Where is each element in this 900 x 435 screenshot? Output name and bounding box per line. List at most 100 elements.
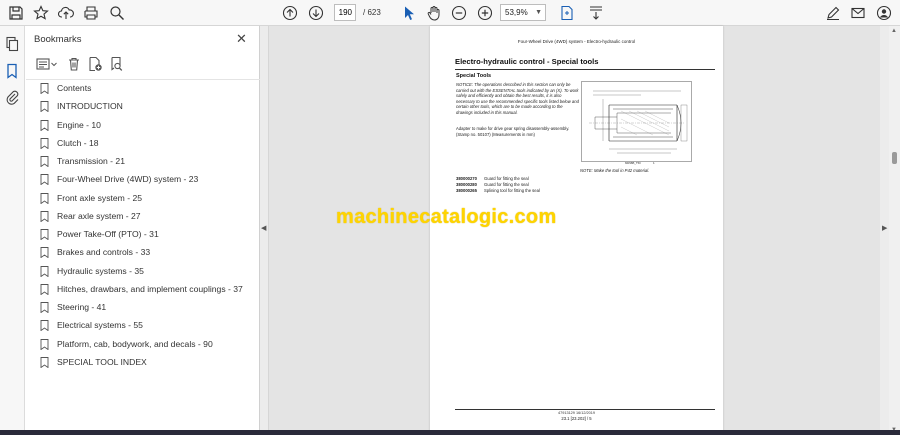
bookmark-label: Power Take-Off (PTO) - 31 (57, 229, 159, 239)
chevron-down-icon: ▼ (535, 9, 542, 16)
bookmark-item[interactable]: Power Take-Off (PTO) - 31 (40, 226, 159, 242)
search-icon[interactable] (107, 3, 127, 23)
bookmark-item[interactable]: Steering - 41 (40, 299, 106, 315)
bookmarks-panel: Bookmarks ✕ Contents INTRODUCTION Engine… (26, 26, 260, 435)
drawing-number: 1 (653, 161, 655, 165)
scrollbar-thumb[interactable] (892, 152, 897, 164)
bookmark-label: Hitches, drawbars, and implement couplin… (57, 284, 243, 294)
bookmarks-panel-title: Bookmarks (34, 34, 82, 45)
bookmark-options-icon[interactable] (36, 56, 58, 72)
zoom-in-icon[interactable] (475, 3, 495, 23)
select-cursor-icon[interactable] (399, 3, 419, 23)
tool-row: 380000265 Splining tool for fitting the s… (456, 188, 540, 194)
bookmark-icon (40, 265, 49, 277)
bookmark-label: Clutch - 18 (57, 138, 99, 148)
bookmark-item[interactable]: Contents (40, 80, 91, 96)
collapse-right-panel-handle[interactable]: ▶ (880, 26, 889, 435)
account-icon[interactable] (874, 3, 894, 23)
cloud-upload-icon[interactable] (56, 3, 76, 23)
page-section-title: Electro-hydraulic control - Special tool… (455, 57, 599, 66)
watermark-text: machinecatalogic.com (336, 206, 557, 228)
bookmark-item[interactable]: SPECIAL TOOL INDEX (40, 354, 147, 370)
material-note: NOTE: Make the tool in P42 material. (580, 168, 650, 173)
page-footer-doc-id: 47913129 16/12/2019 (558, 411, 595, 415)
hand-tool-icon[interactable] (424, 3, 444, 23)
bookmark-label: Platform, cab, bodywork, and decals - 90 (57, 339, 213, 349)
find-bookmark-icon[interactable] (108, 56, 124, 72)
bookmark-item[interactable]: Electrical systems - 55 (40, 317, 143, 333)
bookmark-icon (40, 137, 49, 149)
bookmark-item[interactable]: Engine - 10 (40, 117, 101, 133)
tool-list: 380000270 Guard for fitting the seal 3800… (456, 176, 540, 194)
tool-code: 380000265 (456, 188, 477, 193)
bookmark-icon (40, 210, 49, 222)
chevron-right-icon: ▶ (882, 225, 888, 232)
bookmark-item[interactable]: Platform, cab, bodywork, and decals - 90 (40, 336, 213, 352)
zoom-out-icon[interactable] (449, 3, 469, 23)
close-icon[interactable]: ✕ (236, 31, 247, 47)
bookmark-icon (40, 192, 49, 204)
bookmark-label: Transmission - 21 (57, 156, 125, 166)
bookmark-label: SPECIAL TOOL INDEX (57, 357, 147, 367)
page-fit-icon[interactable] (557, 3, 577, 23)
bookmark-icon (40, 228, 49, 240)
bookmark-item[interactable]: Hitches, drawbars, and implement couplin… (40, 281, 243, 297)
star-icon[interactable] (31, 3, 51, 23)
bookmark-label: Steering - 41 (57, 302, 107, 312)
bookmark-label: Contents (57, 83, 92, 93)
page-subtitle: Special Tools (456, 73, 492, 79)
collapse-panel-handle[interactable]: ◀ (260, 26, 269, 435)
taskbar-strip (0, 430, 900, 435)
next-page-icon[interactable] (306, 3, 326, 23)
scroll-mode-icon[interactable] (586, 3, 606, 23)
adapter-description: Adapter to make for drive gear spring di… (456, 126, 570, 137)
page-total-label: / 623 (363, 8, 381, 17)
page-number-input[interactable] (334, 4, 356, 21)
pages-thumbnails-icon[interactable] (4, 36, 20, 52)
navigation-rail (0, 26, 25, 435)
page-footer-number: 23.1 [23.202] / 5 (561, 416, 592, 421)
bookmark-item[interactable]: Transmission - 21 (40, 153, 125, 169)
chevron-left-icon: ◀ (261, 225, 267, 232)
new-bookmark-icon[interactable] (87, 56, 103, 72)
delete-bookmark-icon[interactable] (66, 56, 82, 72)
attachment-icon[interactable] (4, 89, 20, 105)
print-icon[interactable] (81, 3, 101, 23)
bookmark-icon (40, 100, 49, 112)
scroll-up-icon[interactable]: ▲ (891, 28, 897, 34)
bookmark-label: Brakes and controls - 33 (57, 247, 151, 257)
zoom-level-select[interactable]: 53,9% ▼ (500, 4, 546, 21)
bookmark-icon (40, 301, 49, 313)
page-running-header: Four-Wheel Drive (4WD) system - Electro-… (517, 39, 636, 44)
edit-sign-icon[interactable] (823, 3, 843, 23)
drawing-caption: MR98B_T50 (625, 161, 641, 165)
bookmark-icon[interactable] (4, 63, 20, 79)
bookmark-icon (40, 338, 49, 350)
bookmark-icon (40, 356, 49, 368)
bookmark-icon (40, 173, 49, 185)
bookmark-item[interactable]: Front axle system - 25 (40, 190, 142, 206)
footer-rule (455, 409, 715, 410)
zoom-level-value: 53,9% (505, 8, 528, 17)
bookmark-label: INTRODUCTION (57, 101, 123, 111)
bookmark-icon (40, 246, 49, 258)
bookmark-item[interactable]: Rear axle system - 27 (40, 208, 141, 224)
bookmark-icon (40, 283, 49, 295)
save-icon[interactable] (6, 3, 26, 23)
mail-icon[interactable] (848, 3, 868, 23)
previous-page-icon[interactable] (280, 3, 300, 23)
vertical-scrollbar[interactable]: ▲ ▼ (889, 26, 900, 435)
notice-paragraph: NOTICE: The operations described in this… (456, 82, 579, 115)
bookmark-item[interactable]: INTRODUCTION (40, 98, 123, 114)
bookmark-icon (40, 155, 49, 167)
bookmark-item[interactable]: Brakes and controls - 33 (40, 244, 150, 260)
bookmark-item[interactable]: Clutch - 18 (40, 135, 99, 151)
bookmark-icon (40, 319, 49, 331)
bookmark-item[interactable]: Hydraulic systems - 35 (40, 263, 144, 279)
bookmark-item[interactable]: Four-Wheel Drive (4WD) system - 23 (40, 171, 198, 187)
title-rule (455, 69, 715, 70)
bookmark-label: Hydraulic systems - 35 (57, 266, 144, 276)
bookmark-icon (40, 119, 49, 131)
technical-drawing: MR98B_T50 1 (581, 81, 692, 165)
tool-description: Splining tool for fitting the seal (484, 188, 540, 193)
